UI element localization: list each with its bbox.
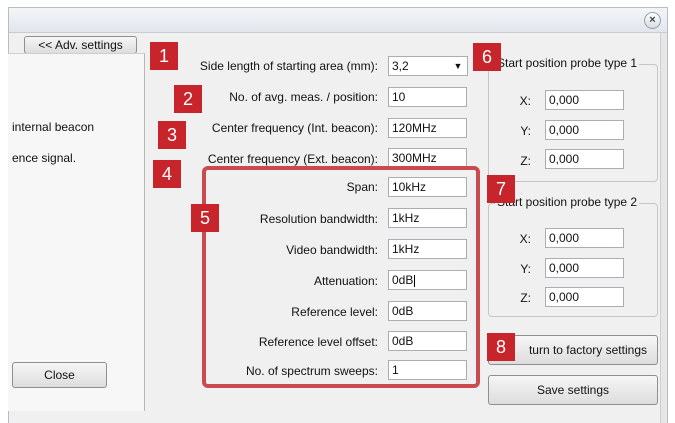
callout-badge-6: 6 xyxy=(473,43,501,71)
save-settings-button[interactable]: Save settings xyxy=(488,375,658,405)
probe-1-y-input[interactable]: 0,000 xyxy=(545,120,624,140)
probe-2-group: Start position probe type 2 X: 0,000 Y: … xyxy=(488,195,658,317)
callout-badge-3: 3 xyxy=(158,121,186,149)
side-length-value: 3,2 xyxy=(392,59,409,73)
callout-badge-4: 4 xyxy=(153,160,181,188)
probe-2-z-input[interactable]: 0,000 xyxy=(545,287,624,307)
probe-2-y-label: Y: xyxy=(520,262,531,276)
probe-1-z-input[interactable]: 0,000 xyxy=(545,149,624,169)
probe-2-x-input[interactable]: 0,000 xyxy=(545,228,624,248)
probe-1-x-label: X: xyxy=(519,94,531,108)
probe-1-z-label: Z: xyxy=(520,154,531,168)
probe-1-x-input[interactable]: 0,000 xyxy=(545,90,624,110)
callout-badge-2: 2 xyxy=(174,85,202,113)
probe-2-x-label: X: xyxy=(519,232,531,246)
probe-2-title: Start position probe type 2 xyxy=(495,195,640,209)
left-text-line-2: ence signal. xyxy=(12,151,77,165)
close-button[interactable]: Close xyxy=(12,362,107,388)
avg-meas-input[interactable]: 10 xyxy=(388,87,467,107)
center-freq-ext-input[interactable]: 300MHz xyxy=(388,148,467,168)
callout-badge-5: 5 xyxy=(191,204,219,232)
callout-badge-7: 7 xyxy=(487,175,515,203)
label-center-freq-int: Center frequency (Int. beacon): xyxy=(211,121,378,135)
callout-badge-8: 8 xyxy=(487,333,515,361)
probe-1-y-label: Y: xyxy=(520,124,531,138)
probe-2-z-label: Z: xyxy=(520,291,531,305)
adv-settings-button[interactable]: << Adv. settings xyxy=(24,36,137,54)
title-bar: × xyxy=(9,8,667,33)
chevron-down-icon[interactable]: ▼ xyxy=(449,57,467,75)
probe-2-y-input[interactable]: 0,000 xyxy=(545,258,624,278)
probe-1-group: Start position probe type 1 X: 0,000 Y: … xyxy=(488,56,658,182)
callout-highlight-box xyxy=(202,166,480,388)
label-avg-meas: No. of avg. meas. / position: xyxy=(229,90,378,104)
close-window-icon[interactable]: × xyxy=(644,12,661,29)
probe-1-title: Start position probe type 1 xyxy=(495,56,640,70)
left-text-line-1: internal beacon xyxy=(12,120,95,134)
side-length-dropdown[interactable]: 3,2 ▼ xyxy=(388,56,468,76)
dialog-right-edge xyxy=(660,33,667,423)
center-freq-int-input[interactable]: 120MHz xyxy=(388,118,467,138)
left-info-panel: internal beacon ence signal. Close xyxy=(8,53,145,411)
callout-badge-1: 1 xyxy=(150,42,178,70)
